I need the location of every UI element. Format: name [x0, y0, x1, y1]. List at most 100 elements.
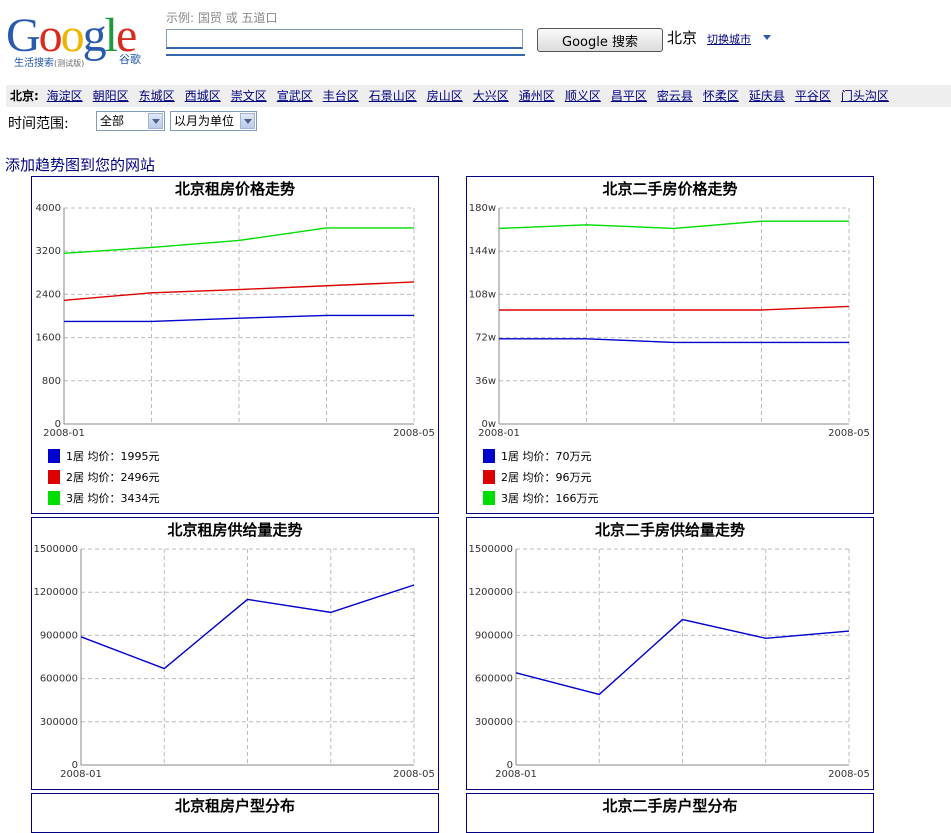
search-example-hint: 示例: 国贸 或 五道口 [166, 11, 278, 25]
logo-subtitle-text: 生活搜索 [14, 58, 54, 69]
x-tick-label: 2008-05 [393, 428, 435, 439]
district-link[interactable]: 宣武区 [277, 89, 313, 103]
time-range-value: 全部 [100, 114, 125, 128]
district-link[interactable]: 海淀区 [47, 89, 83, 103]
y-tick-label: 900000 [475, 630, 513, 641]
series-line [499, 338, 849, 344]
y-tick-label: 900000 [40, 630, 78, 641]
y-tick-label: 800 [42, 376, 61, 387]
google-logo[interactable]: Google 生活搜索(测试版) 谷歌 [6, 10, 156, 70]
y-tick-label: 600000 [475, 674, 513, 685]
secondhand-supply-chart: 北京二手房供给量走势 0 300000 600000 900000 1200000 150… [466, 517, 874, 790]
x-tick-label: 2008-05 [393, 769, 435, 780]
y-tick-label: 36w [475, 376, 496, 387]
legend-label: 2居 均价：2496元 [66, 471, 160, 484]
time-range-label: 时间范围: [8, 116, 69, 132]
district-link[interactable]: 丰台区 [323, 89, 359, 103]
x-tick-label: 2008-01 [43, 428, 85, 439]
y-tick-label: 72w [475, 333, 496, 344]
district-link[interactable]: 西城区 [185, 89, 221, 103]
y-tick-label: 600000 [40, 674, 78, 685]
y-tick-label: 1600 [36, 333, 61, 344]
district-nav: 北京: 海淀区 朝阳区 东城区 西城区 崇文区 宣武区 丰台区 石景山区 房山区 大兴区 通州区 顺义… [6, 85, 951, 107]
district-link[interactable]: 石景山区 [369, 89, 417, 103]
legend-swatch [48, 470, 60, 484]
search-input-underline [166, 54, 525, 56]
logo-cn-label: 谷歌 [119, 53, 141, 66]
chart-svg: 0300000600000900000120000015000002008-01… [468, 544, 870, 780]
district-link[interactable]: 平谷区 [795, 89, 831, 103]
district-link[interactable]: 大兴区 [473, 89, 509, 103]
legend-swatch [48, 449, 60, 463]
legend-label: 1居 均价：1995元 [66, 450, 160, 463]
legend-label: 3居 均价：166万元 [501, 492, 599, 505]
y-tick-label: 1200000 [33, 587, 78, 598]
add-trend-link[interactable]: 添加趋势图到您的网站 [5, 154, 155, 175]
district-link[interactable]: 延庆县 [749, 89, 785, 103]
y-tick-label: 4000 [36, 203, 61, 214]
x-tick-label: 2008-05 [828, 769, 870, 780]
district-link[interactable]: 密云县 [657, 89, 693, 103]
y-tick-label: 144w [469, 246, 496, 257]
district-link[interactable]: 昌平区 [611, 89, 647, 103]
chevron-down-icon[interactable] [763, 35, 771, 40]
legend-label: 1居 均价：70万元 [501, 450, 592, 463]
google-search-button[interactable]: Google 搜索 [537, 28, 663, 52]
legend-item: 1居 均价：70万元 [483, 448, 592, 464]
y-tick-label: 2400 [36, 289, 61, 300]
rent-layout-distribution: 北京租房户型分布 [31, 793, 439, 833]
legend-item: 2居 均价：2496元 [48, 469, 160, 485]
rent-supply-chart: 北京租房供给量走势 0 300000 600000 900000 1200000 1500… [31, 517, 439, 790]
chart-title: 北京二手房户型分布 [602, 797, 738, 815]
district-link[interactable]: 东城区 [139, 89, 175, 103]
dropdown-arrow-icon[interactable] [148, 113, 163, 129]
logo-letter: g [82, 9, 107, 62]
legend-swatch [48, 491, 60, 505]
district-link[interactable]: 房山区 [427, 89, 463, 103]
dropdown-arrow-icon[interactable] [240, 113, 255, 129]
switch-city-link[interactable]: 切换城市 [707, 31, 751, 47]
district-link[interactable]: 门头沟区 [841, 89, 889, 103]
district-link[interactable]: 朝阳区 [93, 89, 129, 103]
district-link[interactable]: 顺义区 [565, 89, 601, 103]
legend-label: 3居 均价：3434元 [66, 492, 160, 505]
x-tick-label: 2008-05 [828, 428, 870, 439]
chart-title: 北京租房户型分布 [174, 797, 295, 815]
logo-letter: l [104, 9, 118, 62]
y-tick-label: 3200 [36, 246, 61, 257]
time-unit-value: 以月为单位 [174, 114, 235, 128]
legend-item: 2居 均价：96万元 [483, 469, 592, 485]
district-nav-label: 北京: [10, 89, 39, 103]
x-tick-label: 2008-01 [495, 769, 537, 780]
logo-beta-label: (测试版) [54, 59, 85, 68]
logo-subtitle: 生活搜索(测试版) [14, 54, 84, 69]
current-city: 北京 [667, 29, 698, 47]
legend-swatch [483, 491, 495, 505]
legend-swatch [483, 470, 495, 484]
time-unit-select[interactable]: 以月为单位 [170, 111, 257, 131]
legend-swatch [483, 449, 495, 463]
secondhand-layout-distribution: 北京二手房户型分布 [466, 793, 874, 833]
y-tick-label: 108w [469, 289, 496, 300]
x-tick-label: 2008-01 [60, 769, 102, 780]
district-link[interactable]: 崇文区 [231, 89, 267, 103]
search-input[interactable] [166, 29, 523, 49]
series-line [63, 281, 415, 302]
legend-label: 2居 均价：96万元 [501, 471, 592, 484]
y-tick-label: 180w [469, 203, 496, 214]
y-tick-label: 300000 [475, 717, 513, 728]
y-tick-label: 1500000 [33, 544, 78, 555]
y-tick-label: 1200000 [468, 587, 513, 598]
y-tick-label: 1500000 [468, 544, 513, 555]
chart-svg: 0300000600000900000120000015000002008-01… [33, 544, 435, 780]
y-tick-label: 300000 [40, 717, 78, 728]
rent-price-chart: 北京租房价格走势 0 800 1600 2400 3200 4000 2008-01 2008… [31, 176, 439, 514]
x-tick-label: 2008-01 [478, 428, 520, 439]
legend-item: 3居 均价：166万元 [483, 490, 599, 506]
district-link[interactable]: 通州区 [519, 89, 555, 103]
legend-item: 3居 均价：3434元 [48, 490, 160, 506]
district-link[interactable]: 怀柔区 [703, 89, 739, 103]
legend-item: 1居 均价：1995元 [48, 448, 160, 464]
secondhand-price-chart: 北京二手房价格走势 0w 36w 72w 108w 144w 180w 2008-01 200… [466, 176, 874, 514]
time-range-select[interactable]: 全部 [96, 111, 165, 131]
